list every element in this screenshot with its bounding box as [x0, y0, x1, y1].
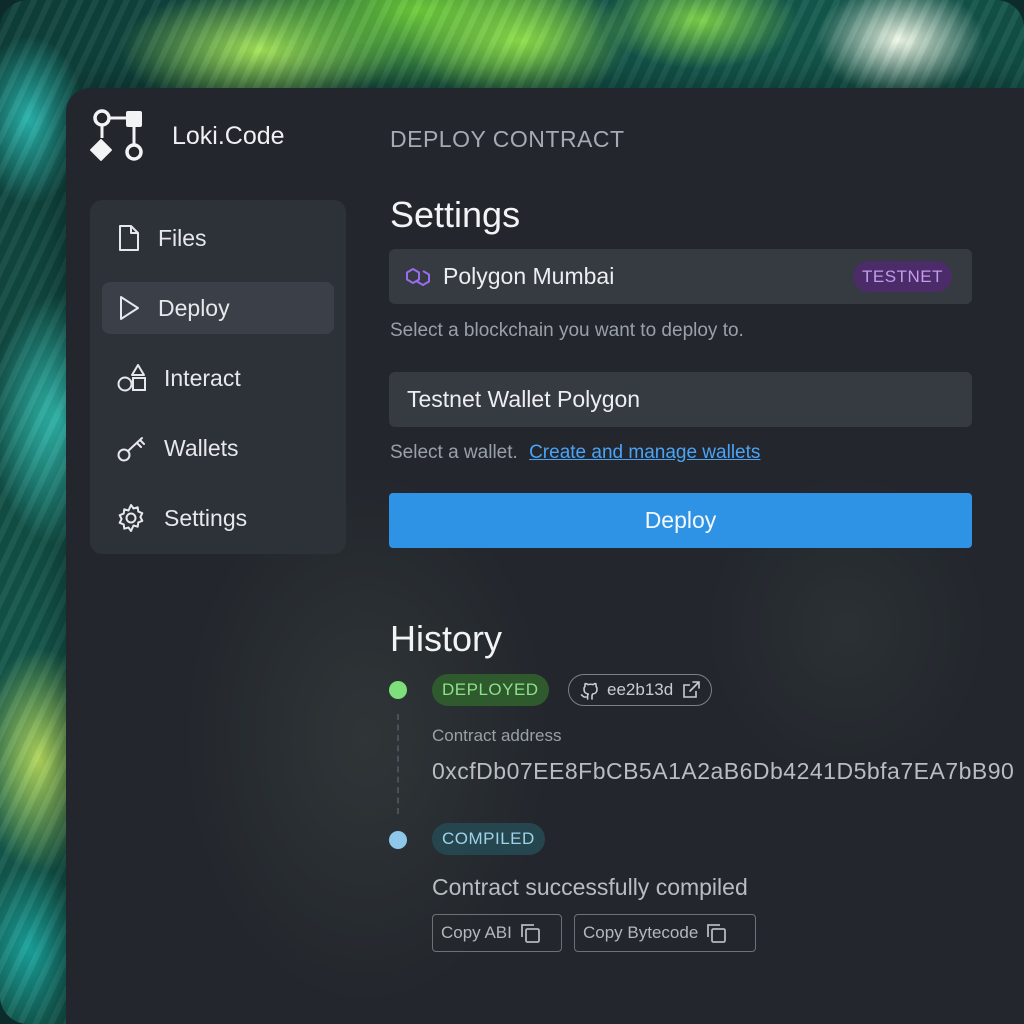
- compiled-message: Contract successfully compiled: [432, 874, 748, 900]
- copy-abi-button[interactable]: Copy ABI: [432, 914, 562, 952]
- sidebar-item-label: Settings: [164, 504, 248, 531]
- sidebar-item-label: Wallets: [164, 434, 239, 461]
- wallet-hint: Select a wallet. Create and manage walle…: [390, 442, 760, 464]
- sidebar-item-settings[interactable]: Settings: [102, 492, 334, 544]
- contract-address-label: Contract address: [432, 726, 562, 745]
- deployed-badge: DEPLOYED: [432, 674, 549, 706]
- sidebar-item-label: Interact: [164, 364, 241, 391]
- breadcrumb: DEPLOY CONTRACT: [390, 126, 625, 152]
- deploy-button[interactable]: Deploy: [389, 493, 972, 548]
- commit-hash: ee2b13d: [607, 680, 674, 699]
- polygon-icon: [406, 267, 430, 286]
- sidebar: Files Deploy Interact Wallets Settings: [90, 200, 346, 554]
- key-icon: [117, 437, 145, 462]
- compiled-status-dot: [389, 831, 407, 849]
- shapes-icon: [117, 364, 146, 392]
- network-value: Polygon Mumbai: [443, 263, 615, 289]
- sidebar-item-interact[interactable]: Interact: [102, 352, 334, 404]
- history-heading: History: [390, 618, 503, 659]
- deployed-status-dot: [389, 681, 407, 699]
- sidebar-item-deploy[interactable]: Deploy: [102, 282, 334, 334]
- github-icon: [580, 682, 598, 700]
- copy-bytecode-label: Copy Bytecode: [583, 923, 699, 942]
- contract-address: 0xcfDb07EE8FbCB5A1A2aB6Db4241D5bfa7EA7bB…: [432, 758, 1015, 784]
- copy-abi-label: Copy ABI: [441, 923, 512, 942]
- wallet-value: Testnet Wallet Polygon: [407, 386, 641, 412]
- timeline-line: [397, 714, 399, 814]
- external-link-icon: [683, 681, 700, 698]
- copy-icon: [520, 924, 540, 943]
- manage-wallets-link[interactable]: Create and manage wallets: [529, 442, 760, 463]
- commit-link[interactable]: ee2b13d: [568, 674, 713, 706]
- copy-bytecode-button[interactable]: Copy Bytecode: [574, 914, 756, 952]
- testnet-badge: TESTNET: [853, 261, 952, 292]
- wallet-hint-text: Select a wallet.: [390, 442, 518, 463]
- compiled-badge: COMPILED: [432, 823, 545, 855]
- settings-heading: Settings: [390, 194, 521, 235]
- loki-logo-icon: [90, 109, 143, 161]
- app-name: Loki.Code: [172, 122, 285, 150]
- network-select[interactable]: Polygon Mumbai TESTNET: [389, 249, 972, 304]
- sidebar-item-label: Deploy: [158, 294, 230, 321]
- sidebar-item-wallets[interactable]: Wallets: [102, 422, 334, 474]
- play-icon: [120, 296, 139, 320]
- file-icon: [119, 225, 139, 251]
- network-hint: Select a blockchain you want to deploy t…: [390, 320, 744, 341]
- wallet-select[interactable]: Testnet Wallet Polygon: [389, 372, 972, 427]
- gear-icon: [118, 504, 144, 532]
- app-window: Loki.Code Files Deploy Interact Wallets …: [66, 88, 1024, 1024]
- sidebar-item-files[interactable]: Files: [102, 212, 334, 264]
- copy-icon: [707, 924, 727, 943]
- sidebar-item-label: Files: [158, 224, 207, 251]
